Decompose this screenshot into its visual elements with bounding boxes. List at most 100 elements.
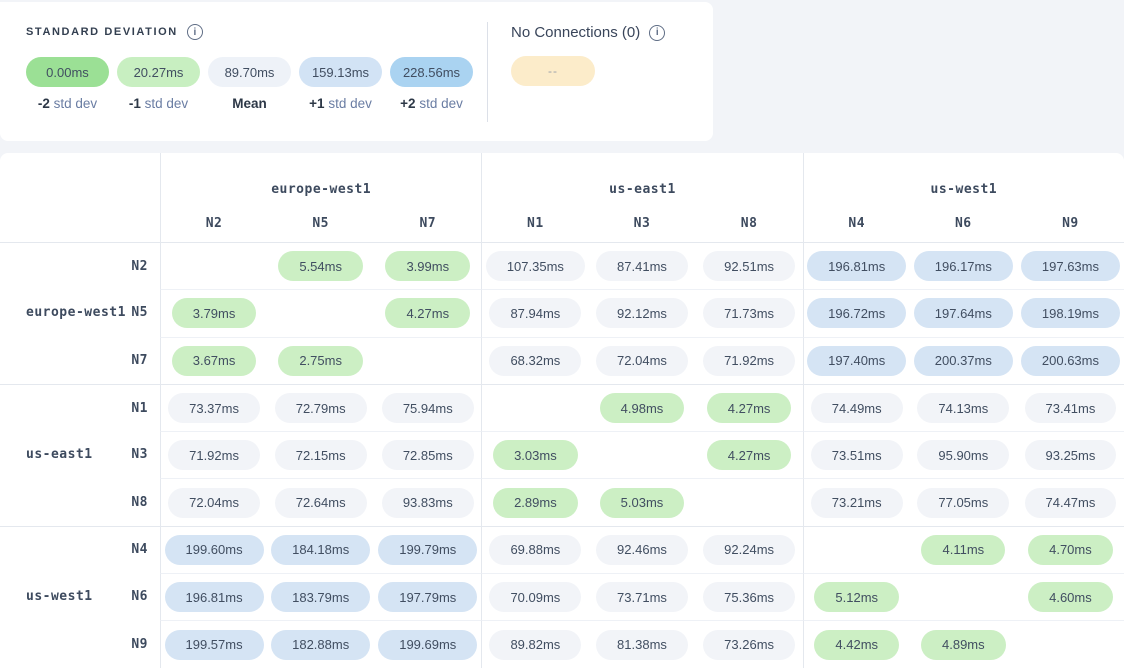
latency-pill[interactable]: 199.79ms — [378, 535, 477, 565]
latency-pill[interactable]: 184.18ms — [271, 535, 370, 565]
latency-pill[interactable]: 4.70ms — [1028, 535, 1113, 565]
legend-pill-label: -2 std dev — [26, 96, 109, 111]
latency-pill[interactable]: 4.42ms — [814, 630, 899, 660]
row-region-label: us-east1 — [26, 447, 93, 462]
col-node-label: N2 — [160, 205, 267, 242]
latency-pill[interactable]: 72.85ms — [382, 440, 474, 470]
latency-pill[interactable]: 196.72ms — [807, 298, 906, 328]
latency-pill[interactable]: 107.35ms — [486, 251, 585, 281]
latency-cell — [374, 337, 481, 384]
latency-pill[interactable]: 197.40ms — [807, 346, 906, 376]
latency-pill[interactable]: 73.26ms — [703, 630, 795, 660]
latency-pill[interactable]: 4.27ms — [385, 298, 470, 328]
latency-pill[interactable]: 182.88ms — [271, 630, 370, 660]
col-group-label: europe-west1 — [160, 153, 481, 205]
row-node-label: N2 — [131, 259, 148, 274]
latency-pill[interactable]: 75.94ms — [382, 393, 474, 423]
latency-pill[interactable]: 5.12ms — [814, 582, 899, 612]
latency-pill[interactable]: 71.92ms — [703, 346, 795, 376]
latency-cell: 196.17ms — [910, 242, 1017, 289]
latency-cell: 107.35ms — [481, 242, 588, 289]
latency-pill[interactable]: 198.19ms — [1021, 298, 1120, 328]
latency-pill[interactable]: 73.21ms — [811, 488, 903, 518]
latency-pill[interactable]: 4.60ms — [1028, 582, 1113, 612]
latency-pill[interactable]: 73.71ms — [596, 582, 688, 612]
latency-pill[interactable]: 2.89ms — [493, 488, 578, 518]
latency-pill[interactable]: 74.47ms — [1025, 488, 1117, 518]
latency-pill[interactable]: 197.64ms — [914, 298, 1013, 328]
latency-pill[interactable]: 93.25ms — [1025, 440, 1117, 470]
latency-pill[interactable]: 199.69ms — [378, 630, 477, 660]
latency-pill[interactable]: 72.15ms — [275, 440, 367, 470]
latency-pill[interactable]: 72.64ms — [275, 488, 367, 518]
latency-pill[interactable]: 4.98ms — [600, 393, 685, 423]
latency-pill[interactable]: 92.24ms — [703, 535, 795, 565]
latency-pill[interactable]: 200.63ms — [1021, 346, 1120, 376]
latency-pill[interactable]: 197.63ms — [1021, 251, 1120, 281]
latency-pill[interactable]: 4.11ms — [921, 535, 1005, 565]
latency-cell: 93.83ms — [374, 478, 481, 525]
latency-pill[interactable]: 3.99ms — [385, 251, 470, 281]
latency-pill[interactable]: 89.82ms — [489, 630, 581, 660]
latency-pill[interactable]: 4.89ms — [921, 630, 1006, 660]
latency-cell: 72.15ms — [267, 431, 374, 478]
latency-pill[interactable]: 87.41ms — [596, 251, 688, 281]
latency-cell — [803, 526, 910, 573]
latency-pill[interactable]: 196.81ms — [807, 251, 906, 281]
latency-pill[interactable]: 4.27ms — [707, 440, 792, 470]
latency-pill[interactable]: 73.51ms — [811, 440, 903, 470]
no-connections-title: No Connections (0) — [511, 24, 640, 41]
latency-cell: 200.63ms — [1017, 337, 1124, 384]
latency-cell: 4.70ms — [1017, 526, 1124, 573]
latency-cell: 200.37ms — [910, 337, 1017, 384]
latency-pill[interactable]: 92.46ms — [596, 535, 688, 565]
latency-cell: 71.92ms — [696, 337, 803, 384]
latency-pill[interactable]: 196.17ms — [914, 251, 1013, 281]
std-deviation-title: STANDARD DEVIATION — [26, 26, 178, 38]
latency-pill[interactable]: 72.04ms — [168, 488, 260, 518]
latency-pill[interactable]: 93.83ms — [382, 488, 474, 518]
latency-pill[interactable]: 197.79ms — [378, 582, 477, 612]
latency-pill[interactable]: 196.81ms — [165, 582, 264, 612]
latency-pill[interactable]: 3.67ms — [172, 346, 257, 376]
latency-pill[interactable]: 69.88ms — [489, 535, 581, 565]
col-node-label: N6 — [910, 205, 1017, 242]
latency-pill[interactable]: 74.49ms — [811, 393, 903, 423]
latency-pill[interactable]: 72.79ms — [275, 393, 367, 423]
latency-cell: 68.32ms — [481, 337, 588, 384]
latency-pill[interactable]: 4.27ms — [707, 393, 792, 423]
latency-pill[interactable]: 75.36ms — [703, 582, 795, 612]
latency-pill[interactable]: 73.41ms — [1025, 393, 1117, 423]
latency-pill[interactable]: 183.79ms — [271, 582, 370, 612]
latency-pill[interactable]: 95.90ms — [917, 440, 1009, 470]
info-icon[interactable] — [187, 24, 203, 40]
latency-pill[interactable]: 74.13ms — [917, 393, 1009, 423]
latency-pill[interactable]: 77.05ms — [917, 488, 1009, 518]
latency-pill[interactable]: 199.60ms — [165, 535, 264, 565]
latency-cell: 74.13ms — [910, 384, 1017, 431]
latency-pill[interactable]: 87.94ms — [489, 298, 581, 328]
latency-pill[interactable]: 71.92ms — [168, 440, 260, 470]
row-header: N4 — [0, 526, 160, 573]
latency-pill[interactable]: 70.09ms — [489, 582, 581, 612]
latency-pill[interactable]: 200.37ms — [914, 346, 1013, 376]
latency-cell: 73.51ms — [803, 431, 910, 478]
latency-pill[interactable]: 92.12ms — [596, 298, 688, 328]
info-icon[interactable] — [649, 25, 665, 41]
latency-pill[interactable]: 73.37ms — [168, 393, 260, 423]
latency-pill[interactable]: 71.73ms — [703, 298, 795, 328]
latency-pill[interactable]: 5.54ms — [278, 251, 363, 281]
latency-cell: 2.89ms — [481, 478, 588, 525]
latency-pill[interactable]: 3.79ms — [172, 298, 257, 328]
latency-cell: 199.69ms — [374, 620, 481, 667]
latency-pill[interactable]: 3.03ms — [493, 440, 578, 470]
latency-pill[interactable]: 199.57ms — [165, 630, 264, 660]
latency-pill[interactable]: 92.51ms — [703, 251, 795, 281]
latency-pill[interactable]: 81.38ms — [596, 630, 688, 660]
col-group-label: us-east1 — [481, 153, 802, 205]
latency-pill[interactable]: 2.75ms — [278, 346, 363, 376]
latency-pill[interactable]: 72.04ms — [596, 346, 688, 376]
latency-pill[interactable]: 5.03ms — [600, 488, 685, 518]
legend-pill: 0.00ms — [26, 57, 109, 87]
latency-pill[interactable]: 68.32ms — [489, 346, 581, 376]
